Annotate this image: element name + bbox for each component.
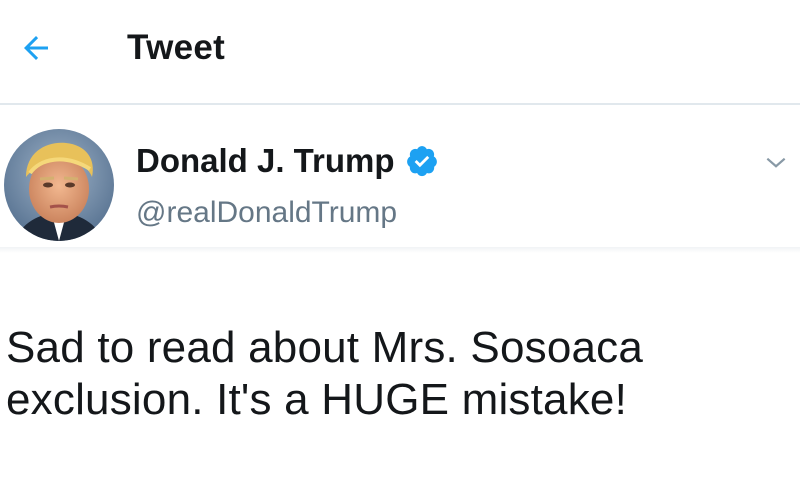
arrow-left-icon [24,36,48,60]
tweet-text-line: Sad to read about Mrs. Sosoaca [6,323,644,372]
divider [0,247,800,253]
author-name[interactable]: Donald J. Trump [136,141,439,181]
chevron-down-icon [766,157,786,168]
tweet-page: Tweet Donald J. Trump @realDonaldTrump S… [0,0,800,497]
avatar[interactable] [4,129,114,241]
tweet-text: Sad to read about Mrs. Sosoaca exclusion… [6,322,786,426]
author-handle[interactable]: @realDonaldTrump [136,194,397,232]
top-bar: Tweet [0,0,800,105]
verified-badge-icon [406,146,437,177]
back-button[interactable] [14,26,58,70]
tweet-text-line: exclusion. It's a HUGE mistake! [6,375,628,424]
page-title: Tweet [127,28,226,67]
tweet-menu-button[interactable] [760,147,792,179]
tweet-author: Donald J. Trump @realDonaldTrump [0,105,800,247]
avatar-image [4,129,114,241]
author-name-text: Donald J. Trump [136,142,395,179]
